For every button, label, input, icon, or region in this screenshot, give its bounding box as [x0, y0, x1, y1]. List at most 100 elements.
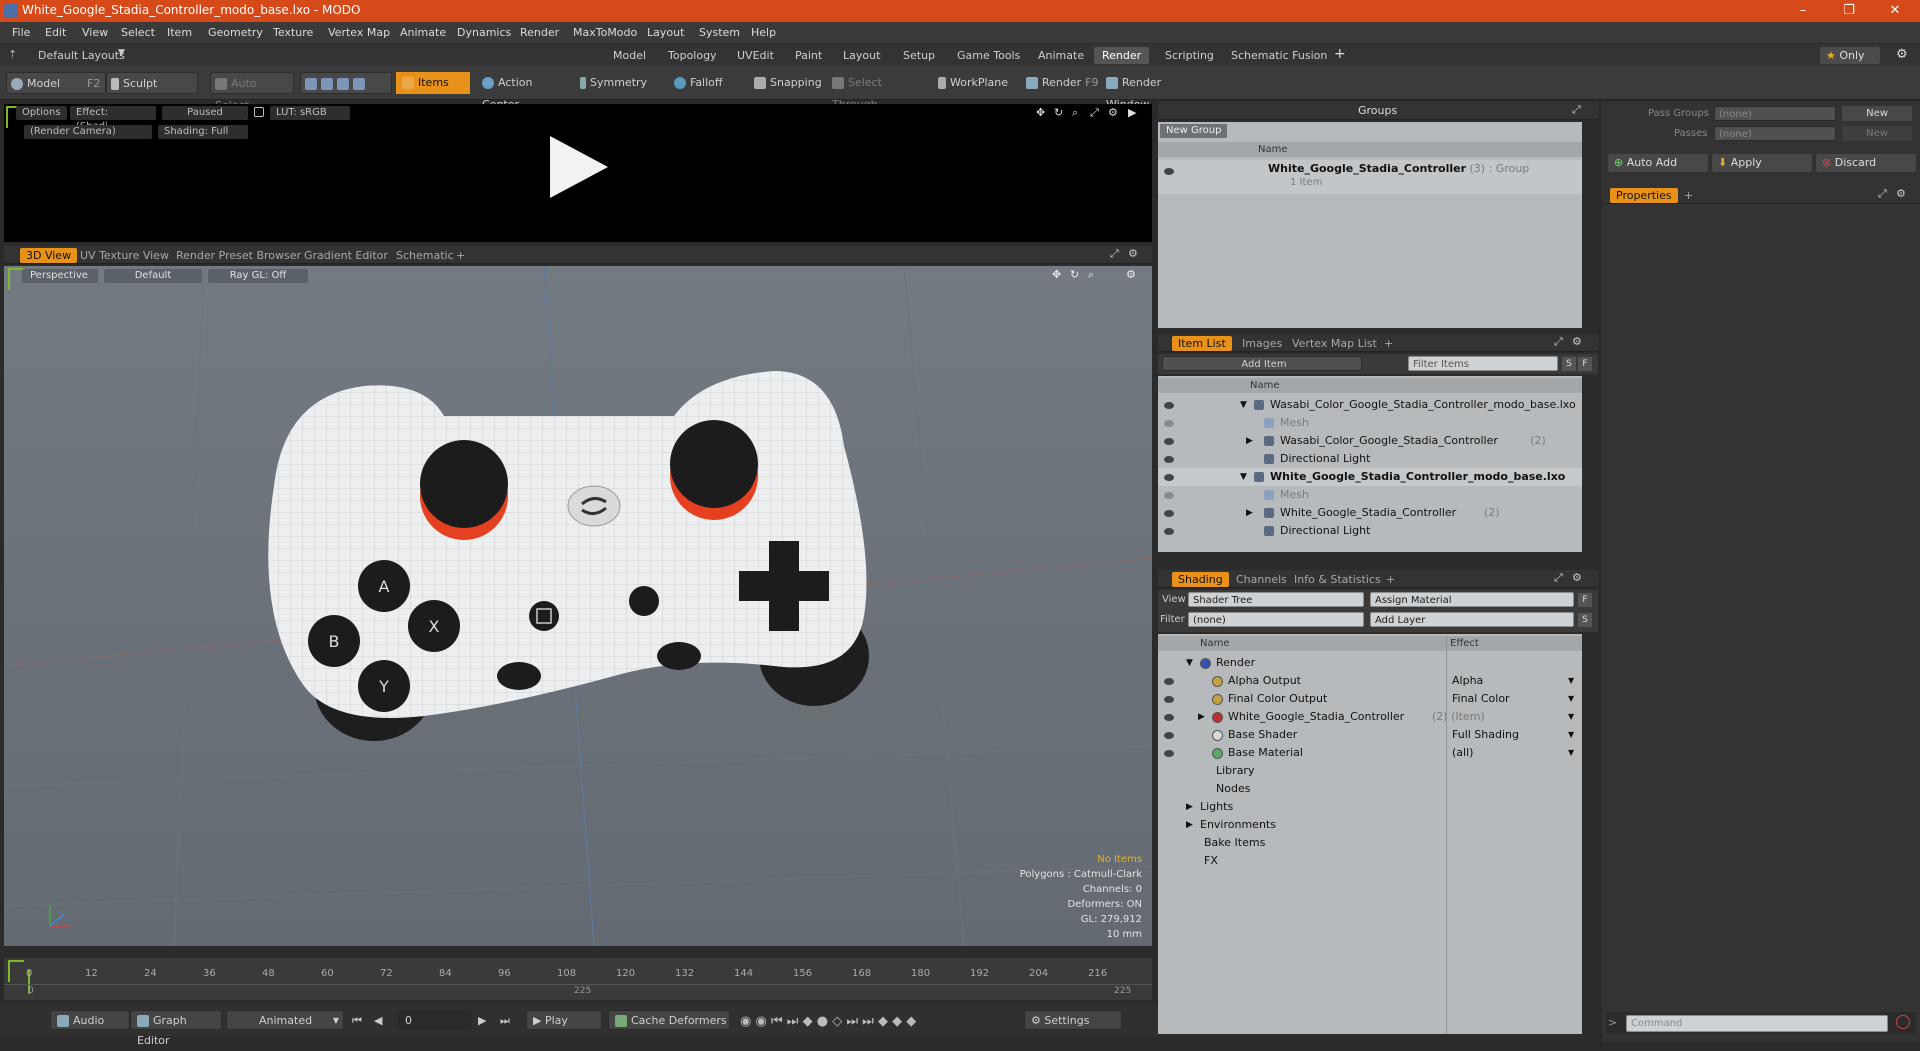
shader-tree-row[interactable]: FX — [1158, 852, 1582, 870]
render-window-button[interactable]: Render Window — [1102, 72, 1202, 111]
layout-arrow-icon[interactable]: ⇡ — [8, 48, 17, 61]
shading-expand-icon[interactable]: ⤢ — [1554, 571, 1563, 585]
polygons-mode-icon[interactable] — [337, 78, 349, 90]
expand-arrow-icon[interactable]: ▶ — [1186, 798, 1193, 816]
lut-dropdown[interactable]: LUT: sRGB — [270, 106, 350, 120]
chevron-down-icon[interactable]: ▼ — [1568, 726, 1574, 744]
workplane-button[interactable]: WorkPlane — [934, 72, 1016, 94]
item-list-row[interactable]: ▼ White_Google_Stadia_Controller_modo_bas… — [1158, 468, 1582, 486]
menu-dynamics[interactable]: Dynamics — [457, 26, 511, 39]
shader-tree-row[interactable]: ▼ Render — [1158, 654, 1582, 672]
shader-effect-value[interactable]: Final Color — [1452, 690, 1510, 708]
menu-geometry[interactable]: Geometry — [208, 26, 263, 39]
apply-button[interactable]: ⬇ Apply — [1712, 154, 1812, 172]
shader-effect-value[interactable]: (all) — [1452, 744, 1473, 762]
passes-dropdown[interactable]: (none) — [1714, 126, 1836, 141]
item-list-gear-icon[interactable]: ⚙ — [1572, 335, 1582, 348]
add-shading-tab-button[interactable]: + — [1380, 572, 1401, 587]
key-tools-icons[interactable]: ◉ ◉ ⏮ ⏭ ◆ ● ◇ ⏭ ⏭ ◆ ◆ ◆ — [740, 1014, 916, 1029]
visibility-eye-icon[interactable] — [1164, 474, 1174, 481]
visibility-eye-icon[interactable] — [1164, 528, 1174, 535]
command-stop-icon[interactable] — [1896, 1015, 1910, 1029]
properties-expand-icon[interactable]: ⤢ — [1878, 187, 1887, 201]
render-settings-gear-icon[interactable]: ⚙ — [1108, 106, 1118, 119]
tab-3d-view[interactable]: 3D View — [20, 248, 78, 263]
audio-button[interactable]: Audio — [50, 1010, 130, 1030]
perspective-dropdown[interactable]: Perspective — [22, 269, 98, 283]
item-list-row[interactable]: Directional Light — [1158, 522, 1582, 540]
shading-gear-icon[interactable]: ⚙ — [1572, 571, 1582, 584]
expand-arrow-icon[interactable]: ▶ — [1246, 504, 1253, 522]
controller-model[interactable]: A X B Y — [254, 356, 934, 796]
tab-item-list[interactable]: Item List — [1172, 336, 1232, 351]
render-camera-dropdown[interactable]: (Render Camera) — [24, 125, 152, 139]
assign-material-button[interactable]: Assign Material — [1370, 592, 1574, 607]
tab-schematic-fusion[interactable]: Schematic Fusion — [1223, 47, 1335, 64]
render-play-small-icon[interactable]: ▶ — [1128, 106, 1136, 119]
visibility-eye-icon[interactable] — [1164, 438, 1174, 445]
collapse-arrow-icon[interactable]: ▼ — [1240, 468, 1247, 486]
selection-mode-group[interactable] — [300, 72, 392, 94]
item-list-row[interactable]: Directional Light — [1158, 450, 1582, 468]
tab-properties[interactable]: Properties — [1610, 188, 1678, 203]
expand-arrow-icon[interactable]: ▶ — [1246, 432, 1253, 450]
shader-tree-row[interactable]: Nodes — [1158, 780, 1582, 798]
menu-animate[interactable]: Animate — [400, 26, 446, 39]
lock-icon[interactable] — [254, 107, 264, 117]
groups-expand-icon[interactable]: ⤢ — [1572, 103, 1581, 117]
menu-edit[interactable]: Edit — [45, 26, 66, 39]
visibility-eye-icon[interactable] — [1164, 750, 1174, 757]
tab-scripting[interactable]: Scripting — [1157, 47, 1222, 64]
viewport-gear-icon[interactable]: ⚙ — [1126, 268, 1136, 281]
visibility-eye-icon[interactable] — [1164, 456, 1174, 463]
maximize-icon[interactable]: ⤢ — [1090, 106, 1099, 120]
add-layout-tab-button[interactable]: + — [1334, 46, 1346, 62]
move-icon[interactable]: ✥ — [1036, 106, 1045, 119]
tab-channels[interactable]: Channels — [1230, 572, 1293, 587]
expand-arrow-icon[interactable]: ▶ — [1186, 816, 1193, 834]
cache-deformers-button[interactable]: Cache Deformers — [608, 1010, 730, 1030]
tab-uvedit[interactable]: UVEdit — [729, 47, 782, 64]
pass-new-button[interactable]: New — [1842, 126, 1912, 141]
add-item-list-tab-button[interactable]: + — [1378, 336, 1399, 351]
viewport-3d[interactable]: Perspective Default Ray GL: Off ✥ ↻ ⌕ ⚙ … — [4, 266, 1152, 946]
shading-dropdown[interactable]: Shading: Full — [158, 125, 248, 139]
items-mode-button[interactable]: Items — [396, 72, 470, 94]
render-effect-dropdown[interactable]: Effect: (Shadi... — [70, 106, 156, 132]
model-mode-button[interactable]: Model F2 — [6, 72, 106, 94]
menu-layout[interactable]: Layout — [647, 26, 684, 39]
visibility-eye-icon[interactable] — [1164, 420, 1174, 427]
menu-system[interactable]: System — [699, 26, 740, 39]
discard-button[interactable]: ⊗ Discard — [1816, 154, 1916, 172]
expand-icon[interactable]: ⤢ — [1110, 247, 1119, 261]
shader-tree-row[interactable]: Final Color Output Final Color ▼ — [1158, 690, 1582, 708]
shader-tree-row[interactable]: ▶ Environments — [1158, 816, 1582, 834]
tab-topology[interactable]: Topology — [660, 47, 725, 64]
shader-tree-row[interactable]: ▶ White_Google_Stadia_Controller (2) (Item… — [1158, 708, 1582, 726]
collapse-arrow-icon[interactable]: ▼ — [1240, 396, 1247, 414]
visibility-eye-icon[interactable] — [1164, 696, 1174, 703]
menu-maxtomodo[interactable]: MaxToModo — [573, 26, 637, 39]
restore-button[interactable]: ❐ — [1826, 0, 1872, 22]
materials-mode-icon[interactable] — [353, 78, 365, 90]
item-list-row[interactable]: ▶ Wasabi_Color_Google_Stadia_Controller (2… — [1158, 432, 1582, 450]
visibility-eye-icon[interactable] — [1164, 714, 1174, 721]
chevron-down-icon[interactable]: ▼ — [1568, 672, 1574, 690]
graph-editor-button[interactable]: Graph Editor — [130, 1010, 222, 1047]
shader-tree-row[interactable]: Library — [1158, 762, 1582, 780]
shader-tree-row[interactable]: Base Material (all) ▼ — [1158, 744, 1582, 762]
menu-help[interactable]: Help — [751, 26, 776, 39]
tab-setup[interactable]: Setup — [895, 47, 943, 64]
step-forward-icon[interactable]: ▶ — [478, 1014, 486, 1027]
menu-texture[interactable]: Texture — [273, 26, 313, 39]
tab-info-statistics[interactable]: Info & Statistics — [1288, 572, 1387, 587]
render-button[interactable]: Render F9 — [1022, 72, 1102, 94]
visibility-eye-icon[interactable] — [1164, 492, 1174, 499]
command-input[interactable]: Command — [1626, 1015, 1888, 1032]
shader-tree-row[interactable]: Alpha Output Alpha ▼ — [1158, 672, 1582, 690]
tab-uv-texture-view[interactable]: UV Texture View — [74, 248, 175, 263]
visibility-eye-icon[interactable] — [1164, 402, 1174, 409]
snapping-button[interactable]: Snapping — [750, 72, 830, 94]
shader-effect-value[interactable]: Alpha — [1452, 672, 1483, 690]
visibility-eye-icon[interactable] — [1164, 168, 1174, 175]
